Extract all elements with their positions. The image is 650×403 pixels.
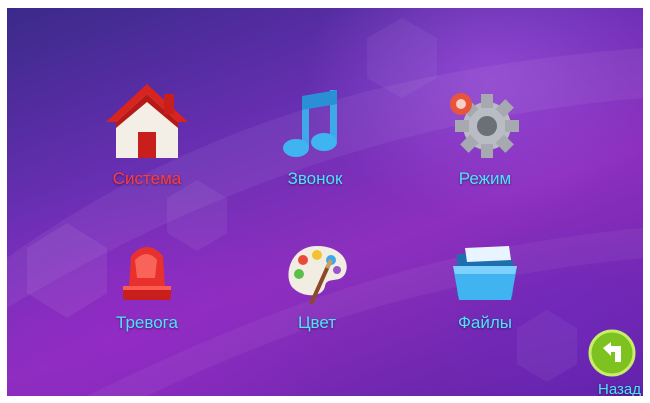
menu-item-ring[interactable]: Звонок [245,88,385,208]
back-button-label: Назад [598,381,641,396]
house-icon [106,84,188,158]
menu-item-color-label: Цвет [297,313,337,332]
menu-item-system-label: Система [112,169,182,188]
menu-item-ring-label: Звонок [287,169,343,188]
folder-icon [453,246,517,300]
menu-item-mode[interactable]: Режим [415,90,555,210]
menu-item-mode-label: Режим [458,169,512,188]
menu-item-files-label: Файлы [457,313,512,332]
music-note-icon [283,90,337,157]
menu-item-color[interactable]: Цвет [247,240,387,360]
gear-icon [450,93,519,158]
menu-item-alarm-label: Тревога [116,313,178,332]
menu-item-system[interactable]: Система [77,80,217,200]
menu-item-alarm[interactable]: Тревога [77,238,217,358]
palette-icon [288,246,347,305]
back-arrow-icon [588,329,636,377]
menu-item-files[interactable]: Файлы [415,240,555,360]
back-button[interactable]: Назад [573,328,643,396]
menu-screen: Система Звонок Режим Тревога Цвет Файлы … [7,8,643,396]
siren-icon [123,247,171,300]
